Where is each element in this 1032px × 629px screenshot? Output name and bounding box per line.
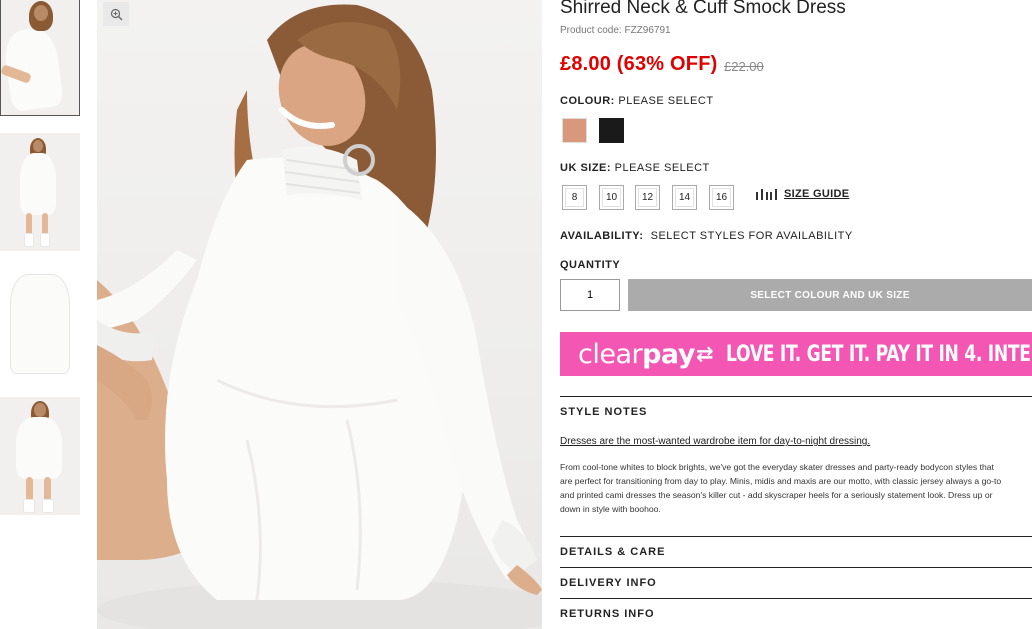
size-guide-label: SIZE GUIDE [784, 188, 850, 200]
size-value: PLEASE SELECT [614, 162, 710, 174]
quantity-label: QUANTITY [560, 259, 621, 271]
product-title: Shirred Neck & Cuff Smock Dress [560, 0, 846, 18]
returns-info-section[interactable]: RETURNS INFO [560, 598, 1032, 620]
size-option-12[interactable]: 12 [635, 185, 660, 210]
size-label-row: UK SIZE: PLEASE SELECT [560, 162, 710, 174]
notes-line-2: are perfect for transitioning from day t… [560, 476, 1002, 486]
colour-swatch-blush[interactable] [562, 118, 587, 143]
style-notes-section[interactable]: STYLE NOTES [560, 396, 1032, 418]
main-product-image[interactable] [97, 0, 542, 629]
clearpay-tagline: LOVE IT. GET IT. PAY IT IN 4. INTEREST F… [725, 341, 1032, 367]
colour-swatch-black[interactable] [599, 118, 624, 143]
size-option-10[interactable]: 10 [599, 185, 624, 210]
colour-label-row: COLOUR: PLEASE SELECT [560, 95, 714, 107]
model-illustration [97, 4, 542, 629]
thumbnail-1[interactable] [0, 0, 80, 116]
zoom-button[interactable] [103, 2, 129, 26]
original-price: £22.00 [724, 59, 764, 74]
style-notes-body: From cool-tone whites to block brights, … [560, 460, 1032, 516]
colour-label: COLOUR: [560, 95, 615, 107]
add-to-bag-button[interactable]: SELECT COLOUR AND UK SIZE [628, 279, 1032, 311]
colour-value: PLEASE SELECT [618, 95, 714, 107]
size-option-14[interactable]: 14 [672, 185, 697, 210]
clearpay-arrows-icon: ⇄ [695, 342, 714, 366]
notes-line-4: down in style with boohoo. [560, 504, 661, 514]
notes-line-1: From cool-tone whites to block brights, … [560, 462, 994, 472]
delivery-info-section[interactable]: DELIVERY INFO [560, 567, 1032, 589]
size-label: UK SIZE: [560, 162, 612, 174]
clearpay-banner[interactable]: clearpay ⇄ LOVE IT. GET IT. PAY IT IN 4.… [560, 332, 1032, 376]
notes-line-3: and printed cami dresses the season's ki… [560, 490, 993, 500]
availability-label: AVAILABILITY: [560, 230, 644, 242]
size-option-8[interactable]: 8 [562, 185, 587, 210]
clearpay-logo: clearpay [578, 338, 695, 370]
thumbnail-3[interactable] [0, 266, 80, 384]
size-guide-link[interactable]: SIZE GUIDE [756, 188, 849, 200]
sale-price: £8.00 (63% OFF) [560, 53, 718, 75]
thumbnail-2[interactable] [0, 133, 80, 251]
style-notes-heading[interactable]: Dresses are the most-wanted wardrobe ite… [560, 436, 870, 447]
availability-value: SELECT STYLES FOR AVAILABILITY [650, 230, 853, 242]
ruler-icon [756, 188, 777, 200]
size-option-16[interactable]: 16 [709, 185, 734, 210]
zoom-in-icon [110, 8, 122, 20]
quantity-input[interactable] [560, 279, 620, 311]
availability-row: AVAILABILITY: SELECT STYLES FOR AVAILABI… [560, 230, 853, 242]
details-care-section[interactable]: DETAILS & CARE [560, 536, 1032, 558]
product-code: Product code: FZZ96791 [560, 25, 671, 36]
thumbnail-4[interactable] [0, 397, 80, 515]
